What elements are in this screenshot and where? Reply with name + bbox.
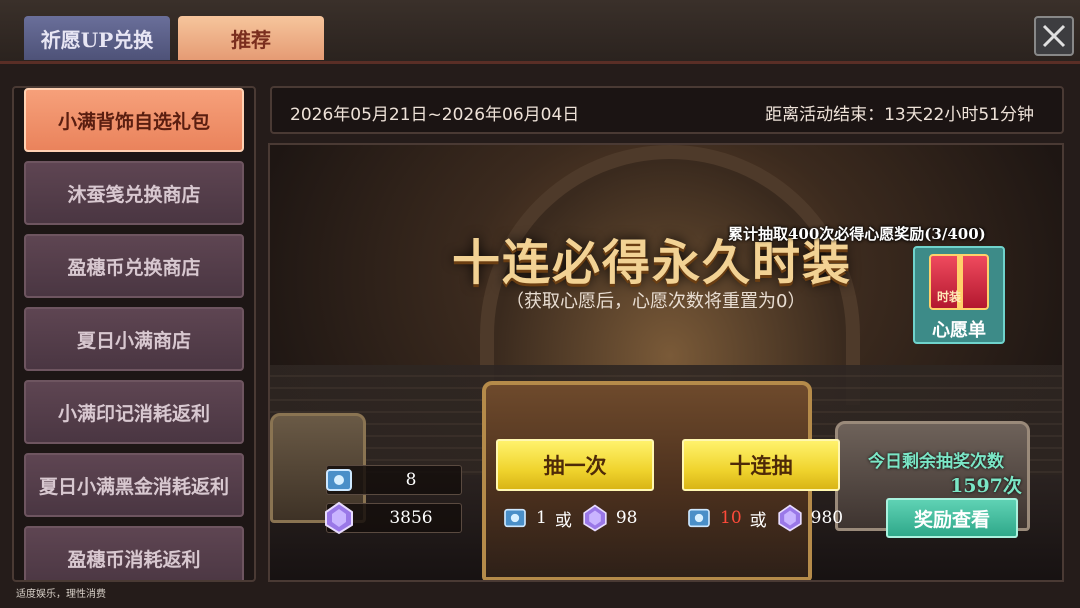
crystal-icon [583, 504, 607, 532]
sidebar-item-mark-rebate[interactable]: 小满印记消耗返利 [24, 380, 244, 444]
draw-once-button[interactable]: 抽一次 [496, 439, 654, 491]
remaining-draws-label: 今日剩余抽奖次数 [868, 452, 1004, 472]
date-range: 2026年05月21日~2026年06月04日 [290, 105, 580, 125]
draw-ten-cost: 10 或 980 [684, 501, 843, 535]
countdown: 距离活动结束：13天22小时51分钟 [765, 105, 1034, 125]
footer-note: 适度娱乐，理性消费 [16, 589, 106, 600]
draw-once-cost: 1 或 98 [500, 501, 637, 535]
banner: 十连必得永久时装 累计抽取400次必得心愿奖励(3/400) （获取心愿后，心愿… [268, 143, 1064, 582]
draw-ten-ticket-cost: 10 [720, 508, 742, 528]
wish-progress: 累计抽取400次必得心愿奖励(3/400) [728, 225, 986, 243]
view-rewards-button[interactable]: 奖励查看 [886, 498, 1018, 538]
wish-list-label: 心愿单 [932, 320, 986, 341]
draw-ten-crystal-cost: 980 [810, 508, 844, 528]
sidebar-item-silkworm-shop[interactable]: 沐蚕笺兑换商店 [24, 161, 244, 225]
draw-once-crystal-cost: 98 [615, 508, 638, 528]
sidebar-item-yingsui-shop[interactable]: 盈穗币兑换商店 [24, 234, 244, 298]
ticket-icon [688, 508, 710, 528]
ticket-balance: 8 [326, 465, 462, 495]
sidebar-item-blackgold-rebate[interactable]: 夏日小满黑金消耗返利 [24, 453, 244, 517]
draw-ten-button[interactable]: 十连抽 [682, 439, 840, 491]
sidebar-item-yingsui-rebate[interactable]: 盈穗币消耗返利 [24, 526, 244, 580]
sidebar: 小满背饰自选礼包 沐蚕笺兑换商店 盈穗币兑换商店 夏日小满商店 小满印记消耗返利… [12, 86, 256, 582]
close-icon [1042, 24, 1066, 48]
gift-tag: 时装 [937, 290, 962, 304]
ticket-count: 8 [405, 470, 417, 490]
wish-list-button[interactable]: 时装 心愿单 [913, 246, 1005, 344]
crystal-balance: 3856 [325, 501, 462, 535]
crystal-icon [325, 501, 353, 535]
draw-once-ticket-cost: 1 [536, 508, 547, 528]
event-date-bar: 2026年05月21日~2026年06月04日 距离活动结束：13天22小时51… [270, 86, 1064, 134]
crystal-count: 3856 [389, 508, 433, 528]
tab-recommend[interactable]: 推荐 [178, 16, 324, 60]
tab-wish-up-exchange[interactable]: 祈愿UP兑换 [24, 16, 170, 60]
draw-ten-or: 或 [749, 510, 767, 531]
crystal-icon [777, 504, 802, 532]
banner-subtitle: （获取心愿后，心愿次数将重置为0） [506, 291, 806, 312]
ticket-icon [326, 469, 352, 491]
ticket-icon [504, 508, 526, 528]
remaining-draws-count: 1597次 [950, 475, 1022, 497]
gift-box-icon: 时装 [929, 254, 989, 310]
close-button[interactable] [1034, 16, 1074, 56]
sidebar-item-summer-shop[interactable]: 夏日小满商店 [24, 307, 244, 371]
draw-once-or: 或 [554, 510, 572, 531]
sidebar-item-backpiece-gift[interactable]: 小满背饰自选礼包 [24, 88, 244, 152]
